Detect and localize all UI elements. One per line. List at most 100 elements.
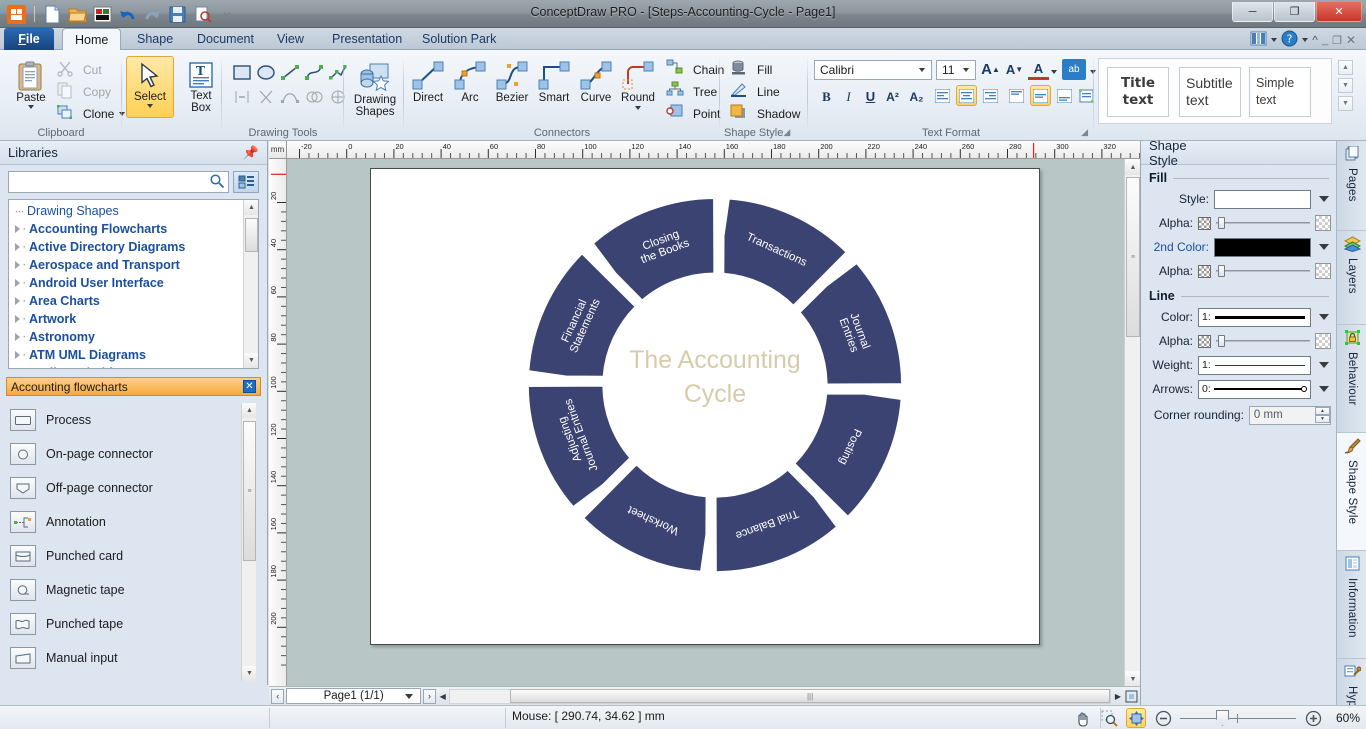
list-item[interactable]: Magnetic tape — [6, 573, 256, 607]
scroll-right-arrow-icon[interactable]: ▶ — [1113, 692, 1123, 701]
doc-close-icon[interactable]: ✕ — [1346, 33, 1356, 47]
page-selector-combo[interactable]: Page1 (1/1) — [286, 688, 421, 704]
style-title-text[interactable]: Title text — [1107, 67, 1169, 117]
second-alpha-slider[interactable] — [1216, 265, 1310, 277]
library-tree-item-artwork[interactable]: · Artwork — [9, 310, 242, 328]
accounting-cycle-diagram[interactable]: TransactionsJournalEntriesPostingTrial B… — [371, 169, 1039, 644]
fill-style-combo[interactable] — [1214, 189, 1311, 209]
close-icon[interactable]: ✕ — [243, 380, 256, 393]
connector-round-button[interactable]: Round — [618, 58, 658, 110]
zoom-in-button[interactable] — [1303, 708, 1323, 728]
connector-smart-button[interactable]: Smart — [534, 58, 574, 104]
italic-button[interactable]: I — [838, 86, 859, 107]
library-tree-view-button[interactable] — [233, 171, 259, 193]
highlight-button[interactable]: ab — [1062, 59, 1086, 80]
line-color-caret-icon[interactable] — [1316, 309, 1331, 326]
weight-caret-icon[interactable] — [1316, 357, 1331, 374]
canvas-scroll-region[interactable]: Transactions Journal Entries Posting Trial B… — [288, 160, 1121, 684]
horizontal-ruler[interactable]: -20 0 20 40 60 80 100 120 140 160 180 200 220 240 260 2… — [287, 141, 1140, 159]
tab-file[interactable]: File — [4, 28, 54, 50]
ribbon-display-icon[interactable] — [1250, 30, 1267, 50]
list-item[interactable]: Punched tape — [6, 607, 256, 641]
library-tree-item-area-charts[interactable]: · Area Charts — [9, 292, 242, 310]
connector-arc-button[interactable]: Arc — [450, 58, 490, 104]
bold-button[interactable]: B — [816, 86, 837, 107]
tree-button[interactable]: Tree — [666, 81, 717, 101]
select-tool-button[interactable]: Select — [126, 56, 174, 118]
style-gallery-up-button[interactable]: ▲ — [1338, 60, 1353, 75]
ellipse-tool-button[interactable] — [254, 62, 278, 84]
tab-behaviour[interactable]: Behaviour — [1337, 325, 1366, 433]
fit-page-icon[interactable] — [1125, 690, 1138, 703]
connector-curve-button[interactable]: Curve — [576, 58, 616, 104]
search-icon[interactable] — [209, 173, 225, 192]
vertical-ruler[interactable]: 20 40 60 80 100 120 140 160 180 200 — [269, 159, 287, 705]
ribbon-display-caret-icon[interactable] — [1271, 38, 1278, 42]
paste-button[interactable]: Paste — [8, 56, 54, 109]
valign-bottom-button[interactable] — [1054, 85, 1075, 106]
connector-bezier-button[interactable]: Bezier — [492, 58, 532, 104]
arrows-combo[interactable]: 0: — [1198, 379, 1311, 399]
align-left-button[interactable] — [932, 85, 953, 106]
second-color-swatch[interactable] — [1214, 237, 1311, 257]
valign-middle-button[interactable] — [1030, 85, 1051, 106]
list-item[interactable]: On-page connector — [6, 437, 256, 471]
expand-triangle-icon[interactable] — [15, 333, 20, 341]
help-icon[interactable]: ? — [1281, 30, 1298, 50]
tab-shape[interactable]: Shape — [125, 28, 185, 50]
canvas-vertical-scrollbar[interactable]: ▲ ≡ ▼ — [1124, 159, 1141, 687]
list-item[interactable]: Punched card — [6, 539, 256, 573]
stepper-up-icon[interactable]: ▲ — [1315, 407, 1330, 415]
line-color-combo[interactable]: 1: — [1198, 307, 1311, 327]
library-tree-item-atm-uml-diagrams[interactable]: · ATM UML Diagrams — [9, 346, 242, 364]
tab-pages[interactable]: Pages — [1337, 141, 1366, 231]
style-simple-text[interactable]: Simple text — [1249, 67, 1311, 117]
list-item[interactable]: Process — [6, 403, 256, 437]
font-color-caret-icon[interactable] — [1050, 69, 1057, 74]
line-button[interactable]: Line — [730, 82, 780, 101]
line-alpha-slider[interactable] — [1216, 335, 1310, 347]
point-button[interactable]: Point — [666, 104, 720, 123]
zoom-out-button[interactable] — [1153, 708, 1173, 728]
select-caret-icon[interactable] — [147, 104, 153, 108]
tab-home[interactable]: Home — [62, 28, 122, 50]
tab-solution-park[interactable]: Solution Park — [410, 28, 508, 50]
superscript-button[interactable]: A² — [882, 86, 903, 107]
scroll-thumb[interactable]: ≡ — [1126, 177, 1140, 337]
grow-font-button[interactable]: A ▲ — [980, 59, 1001, 80]
close-button[interactable]: ✕ — [1316, 2, 1362, 22]
scroll-down-arrow-icon[interactable]: ▼ — [242, 666, 256, 681]
corner-rounding-stepper[interactable]: 0 mm ▲ ▼ — [1248, 405, 1331, 425]
library-tree-item-android-user-interface[interactable]: · Android User Interface — [9, 274, 242, 292]
chain-button[interactable]: Chain — [666, 59, 724, 79]
tab-document[interactable]: Document — [185, 28, 266, 50]
collapse-ribbon-icon[interactable]: ^ — [1312, 33, 1318, 47]
clone-button[interactable]: Clone — [56, 104, 126, 123]
active-library-header[interactable]: Accounting flowcharts ✕ — [6, 377, 261, 396]
fill-style-caret-icon[interactable] — [1316, 191, 1331, 208]
style-gallery-more-button[interactable]: ▼ — [1338, 96, 1353, 111]
font-color-caret[interactable] — [1048, 61, 1059, 82]
expand-triangle-icon[interactable] — [15, 315, 20, 323]
text-format-dialog-launcher[interactable]: ◢ — [1081, 127, 1088, 138]
magnifier-icon[interactable] — [1099, 708, 1119, 728]
rectangle-tool-button[interactable] — [230, 62, 254, 84]
fit-to-window-icon[interactable] — [1126, 708, 1146, 728]
line-tool-button[interactable] — [278, 62, 302, 84]
fill-alpha-slider[interactable] — [1216, 217, 1310, 229]
search-input[interactable] — [12, 174, 209, 190]
canvas-horizontal-scrollbar[interactable]: ||| — [449, 688, 1112, 704]
library-search-box[interactable] — [8, 171, 229, 193]
list-item[interactable]: Off-page connector — [6, 471, 256, 505]
stepper-down-icon[interactable]: ▼ — [1315, 415, 1330, 423]
fill-button[interactable]: Fill — [730, 60, 772, 79]
scroll-up-arrow-icon[interactable]: ▲ — [1125, 159, 1141, 175]
align-right-button[interactable] — [980, 85, 1001, 106]
drawing-shapes-button[interactable]: Drawing Shapes — [350, 58, 400, 118]
weight-combo[interactable]: 1: — [1198, 355, 1311, 375]
library-tree-item-drawing-shapes[interactable]: ⋯ Drawing Shapes — [9, 202, 242, 220]
scroll-up-arrow-icon[interactable]: ▲ — [244, 200, 258, 215]
underline-button[interactable]: U — [860, 86, 881, 107]
hscroll-thumb[interactable]: ||| — [510, 689, 1111, 703]
scroll-up-arrow-icon[interactable]: ▲ — [242, 403, 256, 418]
